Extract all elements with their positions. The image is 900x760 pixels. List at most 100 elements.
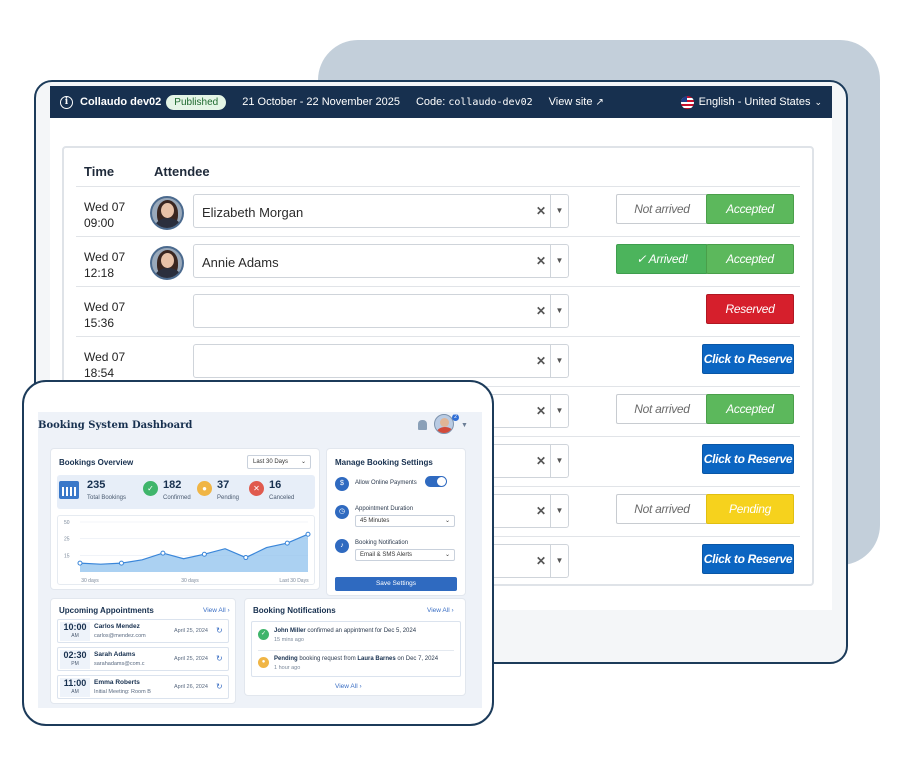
booking-notifications-card: Booking Notifications View All › ✓ John … bbox=[244, 598, 466, 696]
appointment-ampm: PM bbox=[71, 661, 79, 667]
not-arrived-button[interactable]: Not arrived bbox=[616, 494, 708, 524]
clear-icon[interactable]: ✕ bbox=[536, 554, 546, 568]
notifications-footer-view-all[interactable]: View All › bbox=[335, 683, 362, 690]
appointment-name: Emma Roberts bbox=[94, 679, 140, 686]
slot-time: Wed 07 09:00 bbox=[84, 199, 125, 231]
refresh-icon[interactable]: ↻ bbox=[216, 626, 223, 635]
stat-confirmed-value: 182 bbox=[163, 479, 182, 491]
attendee-avatar bbox=[150, 196, 184, 230]
clock-icon: ◷ bbox=[335, 505, 349, 519]
clear-icon[interactable]: ✕ bbox=[536, 354, 546, 368]
slot-hour: 15:36 bbox=[84, 316, 115, 330]
clear-icon[interactable]: ✕ bbox=[536, 304, 546, 318]
user-avatar[interactable] bbox=[434, 414, 454, 434]
table-row: Wed 07 09:00 Elizabeth Morgan ✕ ▼ Not arrived… bbox=[76, 186, 800, 236]
duration-select[interactable]: 45 Minutes ⌄ bbox=[355, 515, 455, 527]
reserved-button[interactable]: Reserved bbox=[706, 294, 794, 324]
appointments-view-all-link[interactable]: View All › bbox=[203, 607, 230, 614]
chevron-down-icon[interactable]: ▼ bbox=[461, 422, 468, 429]
dropdown-arrow-icon[interactable]: ▼ bbox=[550, 345, 568, 377]
event-topbar: i Collaudo dev02 Published 21 October - … bbox=[50, 86, 832, 118]
info-icon[interactable]: i bbox=[60, 95, 73, 109]
click-to-reserve-button[interactable]: Click to Reserve bbox=[702, 344, 794, 374]
view-all-label: View All bbox=[203, 607, 226, 614]
arrived-button[interactable]: ✓ Arrived! bbox=[616, 244, 708, 274]
click-to-reserve-button[interactable]: Click to Reserve bbox=[702, 544, 794, 574]
notification-time: 15 mins ago bbox=[274, 637, 304, 643]
save-settings-button[interactable]: Save Settings bbox=[335, 577, 457, 591]
bookings-chart-svg: 50 25 15 30 days 30 days Last 30 Days bbox=[64, 520, 311, 584]
view-site-link[interactable]: View site ↗ bbox=[549, 96, 604, 108]
range-select[interactable]: Last 30 Days ⌄ bbox=[247, 455, 311, 469]
chevron-down-icon: ⌄ bbox=[444, 518, 450, 524]
language-selector[interactable]: English - United States ⌄ bbox=[680, 95, 822, 109]
dropdown-arrow-icon[interactable]: ▼ bbox=[550, 195, 568, 227]
bell-icon: ♪ bbox=[335, 539, 349, 553]
external-link-icon: ↗ bbox=[595, 97, 604, 108]
accepted-button[interactable]: Accepted bbox=[706, 194, 794, 224]
attendee-select[interactable]: ✕ ▼ bbox=[193, 294, 569, 328]
allow-payments-toggle[interactable] bbox=[425, 476, 447, 487]
calendar-icon bbox=[59, 481, 79, 499]
refresh-icon[interactable]: ↻ bbox=[216, 682, 223, 691]
notification-list: ✓ John Miller confirmed an appintment fo… bbox=[251, 621, 461, 677]
notifications-view-all-link[interactable]: View All › bbox=[427, 607, 454, 614]
dropdown-arrow-icon[interactable]: ▼ bbox=[550, 545, 568, 577]
dropdown-arrow-icon[interactable]: ▼ bbox=[550, 295, 568, 327]
pending-button[interactable]: Pending bbox=[706, 494, 794, 524]
dropdown-arrow-icon[interactable]: ▼ bbox=[550, 495, 568, 527]
attendee-select[interactable]: Annie Adams ✕ ▼ bbox=[193, 244, 569, 278]
attendee-select[interactable]: ✕ ▼ bbox=[193, 344, 569, 378]
appointment-time-box: 02:30 PM bbox=[60, 650, 90, 669]
accepted-button[interactable]: Accepted bbox=[706, 394, 794, 424]
attendee-avatar bbox=[150, 246, 184, 280]
check-icon: ✓ bbox=[258, 629, 269, 640]
clear-icon[interactable]: ✕ bbox=[536, 454, 546, 468]
refresh-icon[interactable]: ↻ bbox=[216, 654, 223, 663]
not-arrived-button[interactable]: Not arrived bbox=[616, 194, 708, 224]
accepted-button[interactable]: Accepted bbox=[706, 244, 794, 274]
data-point bbox=[118, 560, 124, 566]
notification-text: Pending booking request from Laura Barne… bbox=[274, 656, 439, 662]
view-all-label: View All bbox=[335, 683, 358, 690]
appointment-name: Carlos Mendez bbox=[94, 623, 140, 630]
click-to-reserve-button[interactable]: Click to Reserve bbox=[702, 444, 794, 474]
appointment-item[interactable]: 11:00 AM Emma Roberts Initial Meeting: Ro… bbox=[57, 675, 229, 699]
event-code: Code: collaudo-dev02 bbox=[416, 96, 533, 108]
payment-icon: $ bbox=[335, 477, 349, 491]
data-point bbox=[160, 550, 166, 556]
clear-icon[interactable]: ✕ bbox=[536, 404, 546, 418]
slot-day: Wed 07 bbox=[84, 300, 126, 314]
dropdown-arrow-icon[interactable]: ▼ bbox=[550, 445, 568, 477]
slot-day: Wed 07 bbox=[84, 200, 126, 214]
notification-label: Booking Notification bbox=[355, 540, 409, 546]
not-arrived-button[interactable]: Not arrived bbox=[616, 394, 708, 424]
appointment-date: April 25, 2024 bbox=[174, 656, 208, 662]
upcoming-appointments-card: Upcoming Appointments View All › 10:00 AM… bbox=[50, 598, 236, 704]
bell-icon[interactable] bbox=[418, 420, 427, 430]
attendee-select[interactable]: Elizabeth Morgan ✕ ▼ bbox=[193, 194, 569, 228]
stat-total-label: Total Bookings bbox=[87, 495, 127, 501]
us-flag-icon bbox=[680, 95, 694, 109]
view-all-label: View All bbox=[427, 607, 450, 614]
table-row: Wed 07 15:36 ✕ ▼ Reserved bbox=[76, 286, 800, 336]
data-point bbox=[243, 555, 249, 561]
stat-pending-label: Pending bbox=[217, 495, 240, 501]
x-tick-label: Last 30 Days bbox=[279, 578, 309, 584]
clear-icon[interactable]: ✕ bbox=[536, 504, 546, 518]
appointment-item[interactable]: 02:30 PM Sarah Adams sarahadams@com.c Apr… bbox=[57, 647, 229, 671]
check-icon: ✓ bbox=[143, 481, 158, 496]
table-row: Wed 07 18:54 ✕ ▼ Click to Reserve bbox=[76, 336, 800, 386]
appointment-time-box: 10:00 AM bbox=[60, 622, 90, 641]
chevron-down-icon: ⌄ bbox=[300, 459, 306, 465]
slot-hour: 12:18 bbox=[84, 266, 115, 280]
clear-icon[interactable]: ✕ bbox=[536, 204, 546, 218]
y-tick-label: 15 bbox=[64, 553, 70, 559]
notification-select[interactable]: Email & SMS Alerts ⌄ bbox=[355, 549, 455, 561]
dropdown-arrow-icon[interactable]: ▼ bbox=[550, 395, 568, 427]
clear-icon[interactable]: ✕ bbox=[536, 254, 546, 268]
appointment-ampm: AM bbox=[71, 689, 79, 695]
bookings-chart: 50 25 15 30 days 30 days Last 30 Days bbox=[57, 515, 315, 585]
appointment-item[interactable]: 10:00 AM Carlos Mendez carlos@mendez.com … bbox=[57, 619, 229, 643]
dropdown-arrow-icon[interactable]: ▼ bbox=[550, 245, 568, 277]
